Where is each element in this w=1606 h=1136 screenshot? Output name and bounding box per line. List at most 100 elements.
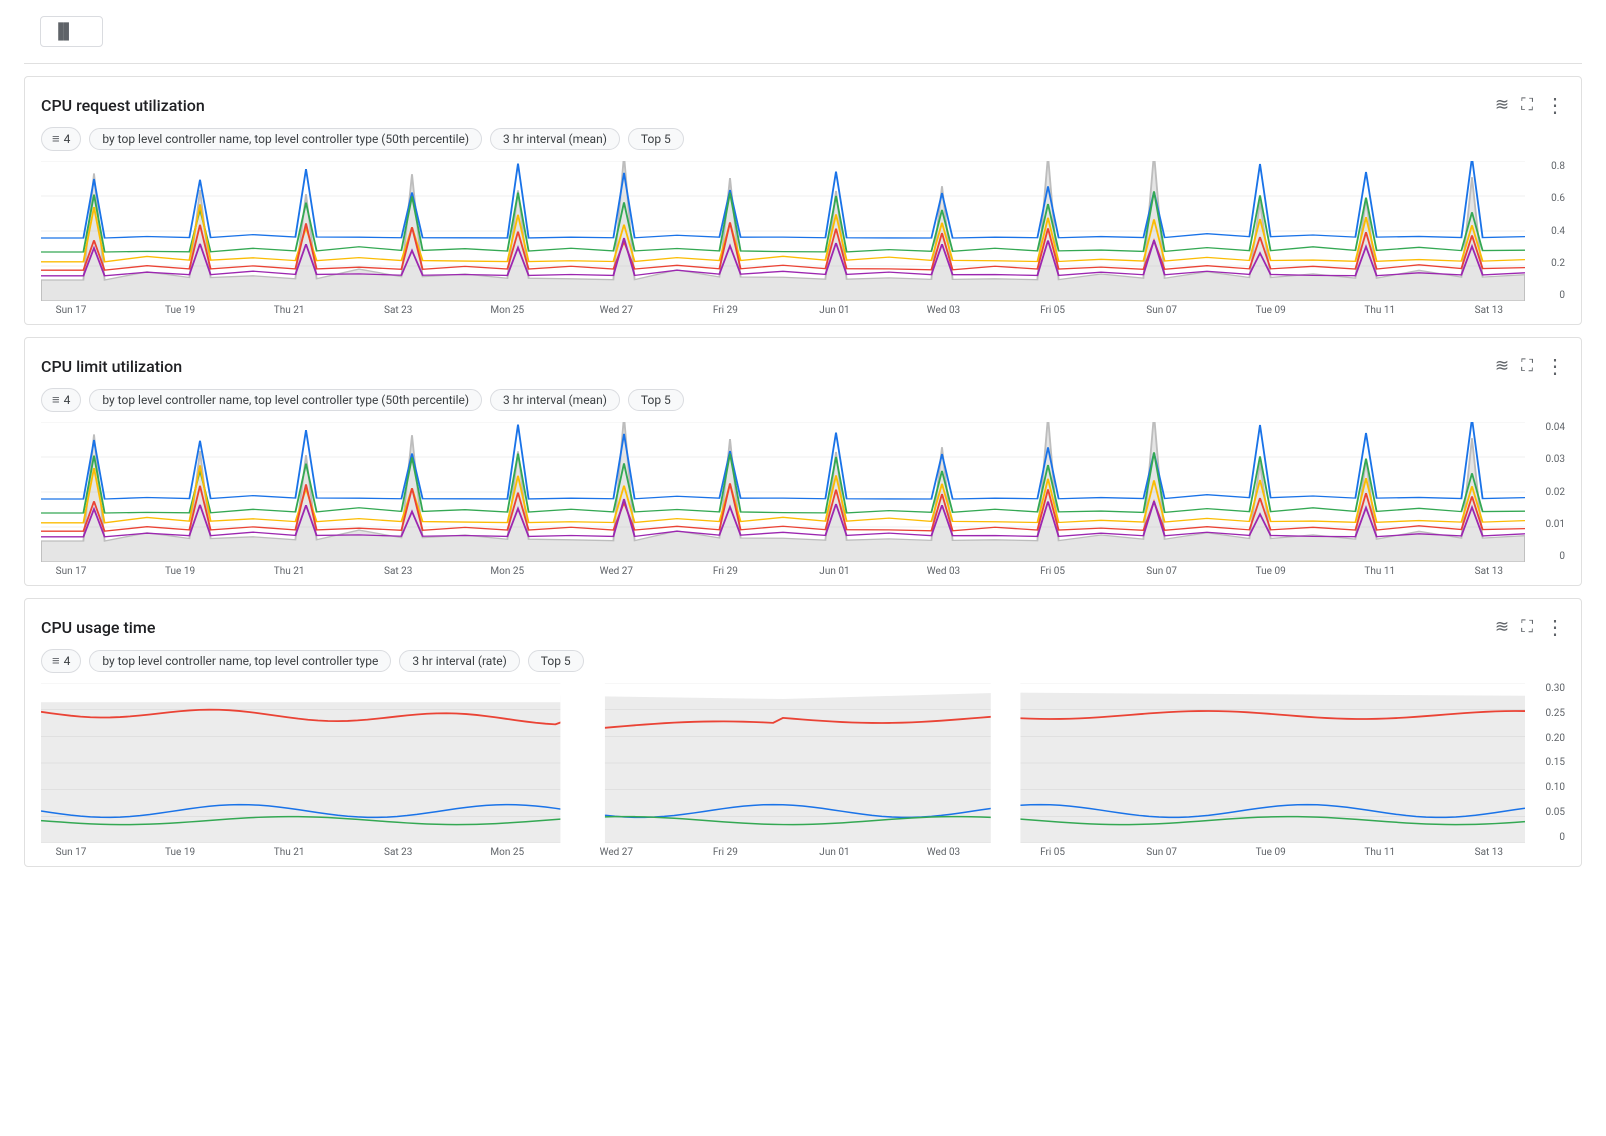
filter-count-chip[interactable]: ≡ 4	[41, 649, 81, 673]
y-axis-label: 0	[1531, 832, 1565, 843]
y-axis-label: 0.15	[1531, 757, 1565, 768]
y-axis-label: 0.20	[1531, 733, 1565, 744]
x-axis-label: Thu 21	[259, 305, 319, 316]
y-axis-label: 0.6	[1531, 193, 1565, 204]
x-axis-label: Sat 13	[1459, 847, 1519, 858]
y-axis-label: 0.03	[1531, 454, 1565, 465]
interval-chip[interactable]: 3 hr interval (mean)	[490, 389, 620, 411]
panel-actions: ≋ ⛶ ⋮	[1495, 615, 1565, 639]
bar-chart-icon: ▐▌	[53, 23, 74, 40]
x-axis-label: Sun 17	[41, 847, 101, 858]
filter-row: ≡ 4 by top level controller name, top lev…	[25, 388, 1581, 422]
top-chip[interactable]: Top 5	[628, 128, 684, 150]
interval-chip[interactable]: 3 hr interval (rate)	[399, 650, 519, 672]
x-axis-label: Sun 17	[41, 566, 101, 577]
panel-actions: ≋ ⛶ ⋮	[1495, 354, 1565, 378]
y-axis-label: 0.04	[1531, 422, 1565, 433]
x-axis-label: Fri 05	[1023, 847, 1083, 858]
y-axis: 0.300.250.200.150.100.050	[1525, 683, 1565, 843]
y-axis-label: 0	[1531, 551, 1565, 562]
x-axis-label: Tue 09	[1241, 847, 1301, 858]
fullscreen-icon[interactable]: ⛶	[1521, 356, 1533, 376]
x-axis: Sun 17Tue 19Thu 21Sat 23Mon 25Wed 27Fri …	[41, 301, 1565, 316]
x-axis-label: Tue 09	[1241, 566, 1301, 577]
x-axis-label: Sat 23	[368, 305, 428, 316]
x-axis-label: Thu 11	[1350, 566, 1410, 577]
x-axis-label: Sun 07	[1132, 305, 1192, 316]
y-axis-label: 0.02	[1531, 487, 1565, 498]
interval-chip[interactable]: 3 hr interval (mean)	[490, 128, 620, 150]
panel-title: CPU limit utilization	[41, 357, 182, 376]
x-axis: Sun 17Tue 19Thu 21Sat 23Mon 25Wed 27Fri …	[41, 843, 1565, 858]
x-axis-label: Thu 11	[1350, 847, 1410, 858]
fullscreen-icon[interactable]: ⛶	[1521, 95, 1533, 115]
panel-title: CPU usage time	[41, 618, 155, 637]
x-axis-label: Sat 13	[1459, 566, 1519, 577]
x-axis: Sun 17 Tue 19 Thu 21 Sat 23 Mon 25 Wed 27 Fri …	[41, 562, 1565, 577]
filter-label-chip[interactable]: by top level controller name, top level …	[89, 389, 482, 411]
panel-header: CPU usage time ≋ ⛶ ⋮	[25, 615, 1581, 649]
y-axis-label: 0	[1531, 290, 1565, 301]
y-axis-label: 0.4	[1531, 226, 1565, 237]
page-header: ▐▌	[24, 16, 1582, 64]
chart-svg-area	[41, 422, 1525, 562]
x-axis-label: Jun 01	[804, 305, 864, 316]
x-axis-label: Sat 23	[368, 847, 428, 858]
filter-count-chip[interactable]: ≡ 4	[41, 127, 81, 151]
x-axis-label: Wed 27	[586, 566, 646, 577]
top-chip[interactable]: Top 5	[628, 389, 684, 411]
legend-icon[interactable]: ≋	[1495, 617, 1509, 637]
x-axis-label: Sat 23	[368, 566, 428, 577]
x-axis-label: Wed 03	[914, 847, 974, 858]
x-axis-label: Sun 07	[1132, 847, 1192, 858]
x-axis-label: Fri 05	[1023, 305, 1083, 316]
chart-svg-area	[41, 161, 1525, 301]
x-axis-label: Thu 21	[259, 566, 319, 577]
x-axis-label: Sun 07	[1132, 566, 1192, 577]
x-axis-label: Fri 29	[695, 847, 755, 858]
legend-icon[interactable]: ≋	[1495, 95, 1509, 115]
x-axis-label: Wed 03	[914, 305, 974, 316]
x-axis-label: Mon 25	[477, 847, 537, 858]
panel-header: CPU limit utilization ≋ ⛶ ⋮	[25, 354, 1581, 388]
charts-container: CPU request utilization ≋ ⛶ ⋮ ≡ 4 by top leve…	[24, 76, 1582, 867]
x-axis-label: Wed 27	[586, 305, 646, 316]
panel-title: CPU request utilization	[41, 96, 205, 115]
x-axis-label: Thu 21	[259, 847, 319, 858]
x-axis-label: Tue 19	[150, 305, 210, 316]
filter-count-chip[interactable]: ≡ 4	[41, 388, 81, 412]
y-axis: 0.80.60.40.20	[1525, 161, 1565, 301]
legend-icon[interactable]: ≋	[1495, 356, 1509, 376]
panel-actions: ≋ ⛶ ⋮	[1495, 93, 1565, 117]
panel-header: CPU request utilization ≋ ⛶ ⋮	[25, 93, 1581, 127]
x-axis-label: Tue 19	[150, 566, 210, 577]
fullscreen-icon[interactable]: ⛶	[1521, 617, 1533, 637]
y-axis-label: 0.30	[1531, 683, 1565, 694]
chart-area: 0.300.250.200.150.100.050Sun 17Tue 19Thu…	[25, 683, 1581, 858]
x-axis-label: Jun 01	[804, 566, 864, 577]
chart-wrap: 0.300.250.200.150.100.050	[41, 683, 1565, 843]
x-axis-label: Fri 29	[695, 305, 755, 316]
breadcrumb-button[interactable]: ▐▌	[40, 16, 103, 47]
filter-label-chip[interactable]: by top level controller name, top level …	[89, 128, 482, 150]
x-axis-label: Sun 17	[41, 305, 101, 316]
page-container: ▐▌ CPU request utilization ≋ ⛶ ⋮ ≡ 4 by top l…	[0, 0, 1606, 895]
y-axis-label: 0.25	[1531, 708, 1565, 719]
x-axis-label: Tue 19	[150, 847, 210, 858]
more-icon[interactable]: ⋮	[1545, 615, 1565, 639]
chart-panel-cpu-usage: CPU usage time ≋ ⛶ ⋮ ≡ 4 by top level control…	[24, 598, 1582, 867]
chart-wrap: 0.80.60.40.20	[41, 161, 1565, 301]
filter-label-chip[interactable]: by top level controller name, top level …	[89, 650, 391, 672]
x-axis-label: Fri 29	[695, 566, 755, 577]
x-axis-label: Thu 11	[1350, 305, 1410, 316]
chart-svg-area	[41, 683, 1525, 843]
x-axis-label: Mon 25	[477, 566, 537, 577]
x-axis-label: Fri 05	[1023, 566, 1083, 577]
chart-wrap: 0.040.030.020.010	[41, 422, 1565, 562]
x-axis-label: Tue 09	[1241, 305, 1301, 316]
y-axis-label: 0.2	[1531, 258, 1565, 269]
more-icon[interactable]: ⋮	[1545, 93, 1565, 117]
top-chip[interactable]: Top 5	[528, 650, 584, 672]
more-icon[interactable]: ⋮	[1545, 354, 1565, 378]
chart-area: 0.80.60.40.20Sun 17Tue 19Thu 21Sat 23Mon…	[25, 161, 1581, 316]
